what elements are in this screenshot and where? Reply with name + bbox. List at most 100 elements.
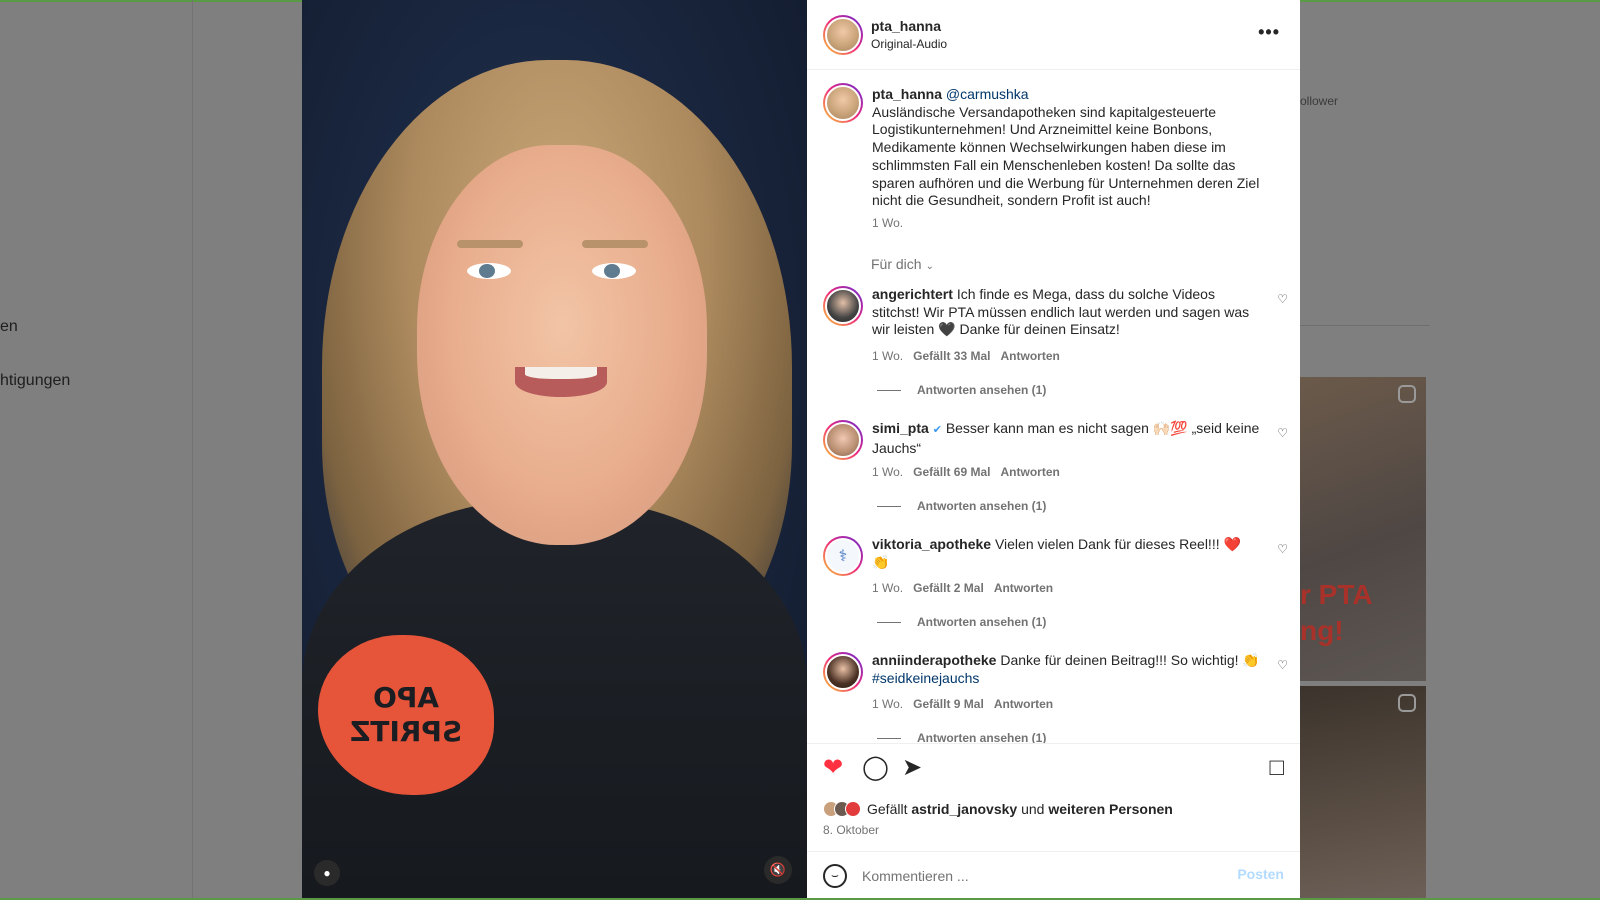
post-actions: ❤ ◯ ➤ □ Gefällt astrid_janovsky und weit…	[807, 743, 1300, 851]
comment-meta: 1 Wo. Gefällt 69 Mal Antworten	[872, 465, 1060, 479]
post-date[interactable]: 8. Oktober	[823, 823, 879, 837]
replies-line	[877, 622, 901, 624]
commenter-username[interactable]: anniinderapotheke	[872, 652, 996, 668]
commenter-avatar[interactable]	[823, 652, 863, 692]
liked-by-user[interactable]: astrid_janovsky	[911, 801, 1017, 817]
replies-line	[877, 390, 901, 392]
thumbnail-text: ng!	[1300, 615, 1344, 646]
mouth	[515, 367, 607, 397]
author-avatar[interactable]	[823, 15, 863, 55]
comment-time[interactable]: 1 Wo.	[872, 465, 903, 479]
comment-like-icon[interactable]: ♡	[1277, 426, 1288, 440]
comment-time[interactable]: 1 Wo.	[872, 581, 903, 595]
share-icon[interactable]: ➤	[902, 756, 922, 780]
comment-sort-dropdown[interactable]: Für dich ⌄	[871, 256, 934, 272]
sidebar-divider	[192, 0, 193, 900]
reel-icon	[1398, 694, 1416, 712]
comment-time[interactable]: 1 Wo.	[872, 349, 903, 363]
view-replies-label: Antworten ansehen (1)	[917, 499, 1047, 513]
comment-meta: 1 Wo. Gefällt 9 Mal Antworten	[872, 697, 1053, 711]
author-username[interactable]: pta_hanna	[871, 18, 941, 34]
comment-hashtag[interactable]: #seidkeinejauchs	[872, 670, 979, 686]
emoji-icon[interactable]: ⌣	[823, 864, 847, 888]
eyebrow	[457, 240, 523, 248]
liker-avatars	[823, 801, 861, 817]
heart-icon[interactable]: ❤	[823, 756, 843, 780]
commenter-avatar[interactable]	[823, 286, 863, 326]
comment-like-icon[interactable]: ♡	[1277, 292, 1288, 306]
caption-text: Ausländische Versandapotheken sind kapit…	[872, 103, 1260, 209]
caption-username[interactable]: pta_hanna	[872, 86, 942, 102]
liked-by-and: und	[1021, 801, 1045, 817]
profile-divider	[1300, 325, 1430, 326]
pharmacy-logo-icon: ⚕	[825, 538, 861, 574]
comment-composer: ⌣ Posten	[807, 851, 1300, 900]
post-comment-button[interactable]: Posten	[1237, 866, 1284, 882]
chevron-down-icon: ⌄	[925, 261, 934, 272]
liked-by-others[interactable]: weiteren Personen	[1048, 801, 1173, 817]
comment-time[interactable]: 1 Wo.	[872, 697, 903, 711]
comment-sort-label: Für dich	[871, 256, 922, 272]
caption-mention[interactable]: @carmushka	[946, 86, 1029, 102]
post-header: pta_hanna Original-Audio •••	[807, 0, 1300, 70]
eye	[592, 263, 636, 279]
shirt-logo-line1: APO	[373, 681, 439, 714]
liker-avatar	[845, 801, 861, 817]
reel-thumbnail[interactable]: r PTA ng!	[1300, 377, 1426, 681]
comment-text: Danke für deinen Beitrag!!! So wichtig! …	[1000, 652, 1260, 668]
bookmark-icon[interactable]: □	[1270, 756, 1285, 780]
comment-input[interactable]	[862, 864, 1222, 888]
caption-time[interactable]: 1 Wo.	[872, 216, 903, 230]
view-replies-label: Antworten ansehen (1)	[917, 383, 1047, 397]
view-replies-label: Antworten ansehen (1)	[917, 731, 1047, 743]
audio-label[interactable]: Original-Audio	[871, 37, 947, 51]
reel-video[interactable]: APO SPRITZ ● 🔇	[302, 0, 807, 900]
view-replies-button[interactable]: Antworten ansehen (1)	[877, 615, 1046, 629]
sidebar-item-partial[interactable]: en	[0, 318, 18, 336]
view-replies-label: Antworten ansehen (1)	[917, 615, 1047, 629]
post-details-panel: pta_hanna Original-Audio ••• pta_hanna @…	[807, 0, 1300, 900]
more-options-icon[interactable]: •••	[1258, 22, 1280, 43]
replies-line	[877, 506, 901, 508]
thumbnail-text: r PTA	[1300, 579, 1373, 610]
mute-icon[interactable]: 🔇	[764, 856, 792, 884]
user-tag-icon[interactable]: ●	[314, 860, 340, 886]
comment-like-icon[interactable]: ♡	[1277, 658, 1288, 672]
view-replies-button[interactable]: Antworten ansehen (1)	[877, 499, 1046, 513]
reply-button[interactable]: Antworten	[1001, 465, 1060, 479]
eyebrow	[582, 240, 648, 248]
liked-by-line[interactable]: Gefällt astrid_janovsky und weiteren Per…	[823, 801, 1173, 817]
comment-like-icon[interactable]: ♡	[1277, 542, 1288, 556]
comment-meta: 1 Wo. Gefällt 33 Mal Antworten	[872, 349, 1060, 363]
comment-likes[interactable]: Gefällt 33 Mal	[913, 349, 990, 363]
commenter-avatar[interactable]: ⚕	[823, 536, 863, 576]
reply-button[interactable]: Antworten	[1001, 349, 1060, 363]
reel-icon	[1398, 385, 1416, 403]
comment-likes[interactable]: Gefällt 2 Mal	[913, 581, 984, 595]
commenter-username[interactable]: angerichtert	[872, 286, 953, 302]
replies-line	[877, 738, 901, 740]
commenter-avatar[interactable]	[823, 420, 863, 460]
reply-button[interactable]: Antworten	[994, 581, 1053, 595]
commenter-username[interactable]: viktoria_apotheke	[872, 536, 991, 552]
comment-icon[interactable]: ◯	[862, 756, 889, 780]
reel-thumbnail[interactable]	[1300, 686, 1426, 900]
video-person-face	[417, 145, 707, 545]
comment-likes[interactable]: Gefällt 69 Mal	[913, 465, 990, 479]
comments-section[interactable]: pta_hanna @carmushka Ausländische Versan…	[807, 70, 1300, 743]
sidebar-item-notifications-partial[interactable]: htigungen	[0, 372, 70, 390]
eye	[467, 263, 511, 279]
view-replies-button[interactable]: Antworten ansehen (1)	[877, 383, 1046, 397]
shirt-logo-line2: SPRITZ	[349, 715, 463, 748]
comment-meta: 1 Wo. Gefällt 2 Mal Antworten	[872, 581, 1053, 595]
comment-likes[interactable]: Gefällt 9 Mal	[913, 697, 984, 711]
view-replies-button[interactable]: Antworten ansehen (1)	[877, 731, 1046, 743]
liked-by-prefix: Gefällt	[867, 801, 908, 817]
post-caption: pta_hanna @carmushka Ausländische Versan…	[872, 86, 1277, 210]
comment-text: Besser kann man es nicht sagen 🙌🏻💯 „seid…	[872, 420, 1260, 456]
verified-badge-icon: ✔	[932, 424, 942, 436]
follower-count-partial: ollower	[1300, 94, 1339, 108]
commenter-username[interactable]: simi_pta	[872, 420, 929, 436]
caption-avatar[interactable]	[823, 83, 863, 123]
reply-button[interactable]: Antworten	[994, 697, 1053, 711]
